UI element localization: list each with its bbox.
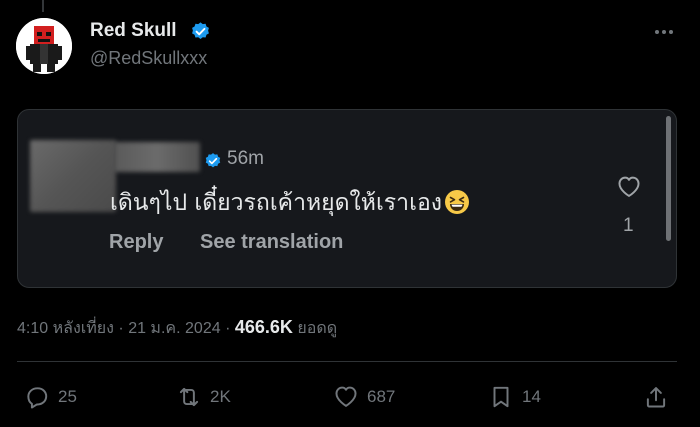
bookmark-action-button[interactable]: 14: [488, 384, 541, 410]
heart-icon: [335, 386, 357, 407]
views-label: ยอดดู: [297, 320, 338, 337]
grinning-squinting-face-emoji: [444, 190, 469, 214]
tweet-meta: 4:10 หลังเที่ยง · 21 ม.ค. 2024 · 466.6K …: [17, 316, 337, 341]
reply-text: เดินๆไป เดี๋ยวรถเค้าหยุดให้เราเอง: [110, 185, 470, 221]
meta-separator: ·: [225, 320, 235, 337]
thread-line: [42, 0, 44, 12]
repost-action-button[interactable]: 2K: [176, 384, 231, 410]
bookmark-count: 14: [522, 387, 541, 406]
see-translation-button[interactable]: See translation: [200, 231, 343, 254]
like-count: 687: [367, 387, 396, 406]
author-handle[interactable]: @RedSkullxxx: [90, 48, 207, 69]
red-skull-avatar-icon: [16, 18, 72, 74]
blurred-avatar: [30, 140, 116, 212]
reply-card: 56m เดินๆไป เดี๋ยวรถเค้าหยุดให้เราเอง Re…: [17, 109, 677, 288]
view-count: 466.6K: [234, 317, 293, 337]
post-date[interactable]: 21 ม.ค. 2024: [128, 320, 220, 337]
reply-button[interactable]: Reply: [109, 231, 163, 254]
repost-count: 2K: [210, 387, 231, 406]
author-name[interactable]: Red Skull: [90, 20, 177, 42]
verified-badge-icon: [205, 153, 221, 168]
reply-text-content: เดินๆไป เดี๋ยวรถเค้าหยุดให้เราเอง: [110, 190, 442, 216]
avatar[interactable]: [16, 18, 72, 74]
reply-action-button[interactable]: 25: [24, 384, 77, 410]
repost-icon: [179, 387, 199, 407]
reply-icon: [27, 387, 48, 409]
share-icon: [646, 387, 666, 408]
heart-icon[interactable]: [616, 174, 642, 198]
like-action-button[interactable]: 687: [333, 384, 395, 410]
share-action-button[interactable]: [643, 384, 669, 410]
reply-count: 25: [58, 387, 77, 406]
divider: [17, 361, 677, 362]
post-time[interactable]: 4:10 หลังเที่ยง: [17, 320, 114, 337]
scrollbar[interactable]: [666, 116, 671, 241]
meta-separator: ·: [118, 320, 129, 337]
bookmark-icon: [493, 386, 509, 408]
verified-badge-icon: [192, 22, 209, 39]
reply-timestamp: 56m: [227, 148, 264, 169]
blurred-username: [114, 142, 200, 172]
more-icon[interactable]: [652, 22, 676, 42]
reply-like-count: 1: [623, 215, 634, 236]
